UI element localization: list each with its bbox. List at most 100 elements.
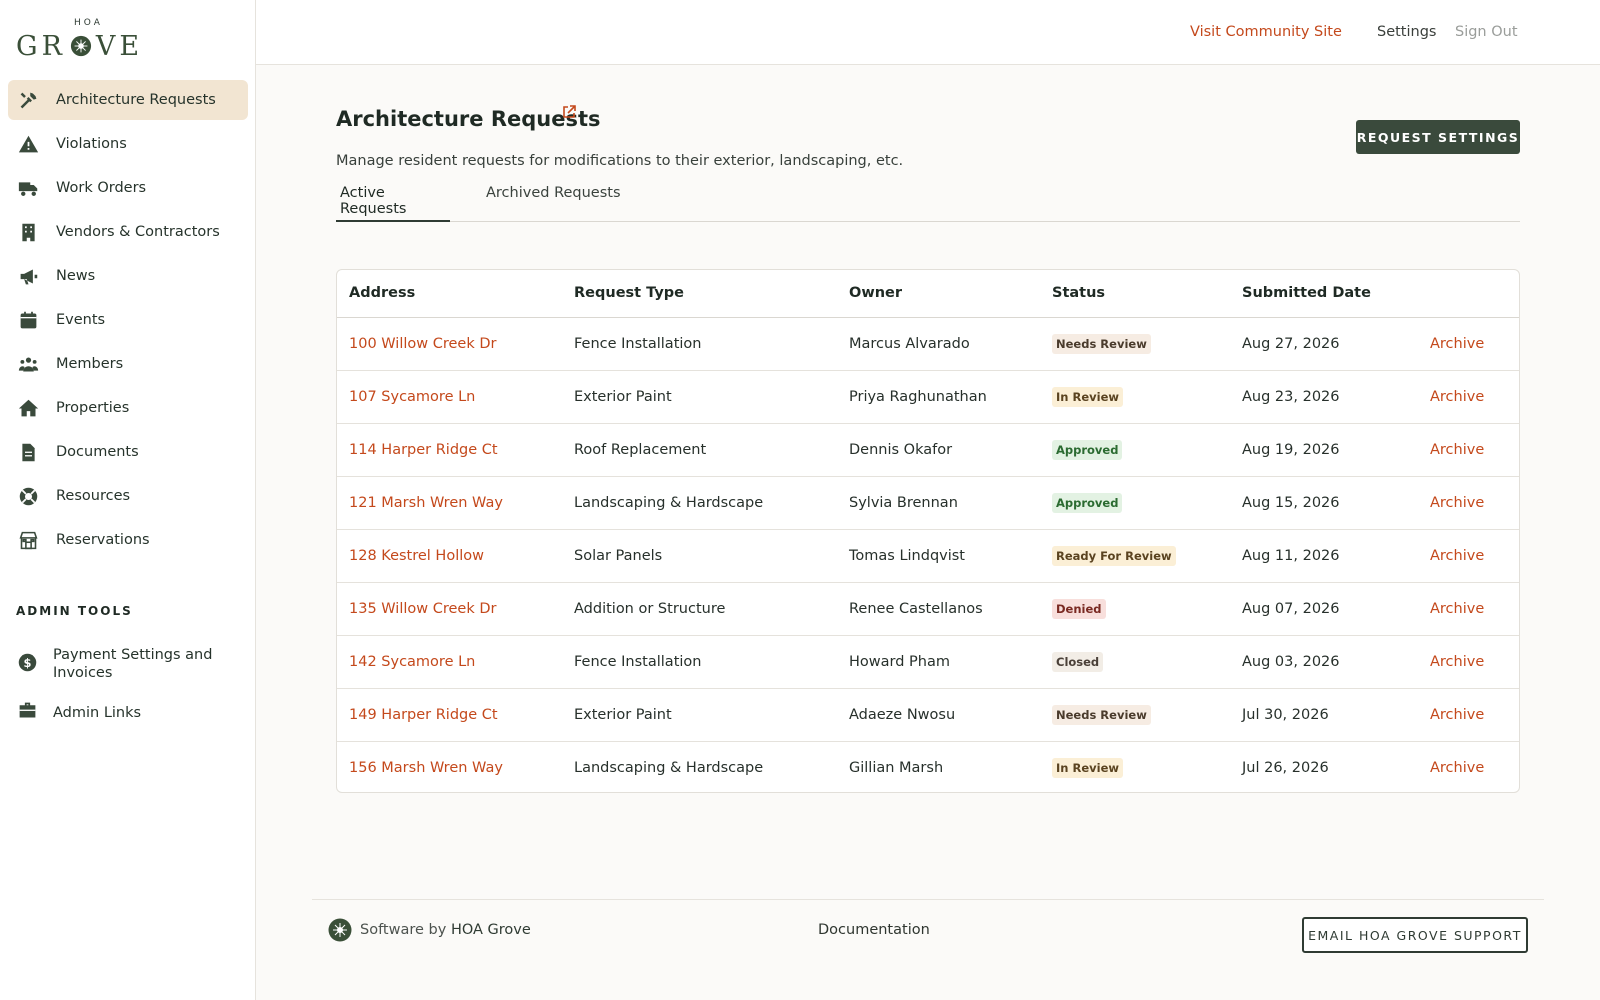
visit-community-site-link[interactable]: Visit Community Site (1190, 24, 1342, 40)
column-header-submitted-date[interactable]: Submitted Date (1230, 270, 1418, 318)
lifebuoy-icon (17, 485, 39, 507)
table-row[interactable]: 114 Harper Ridge Ct Roof Replacement Den… (337, 423, 1519, 476)
table-row[interactable]: 142 Sycamore Ln Fence Installation Howar… (337, 635, 1519, 688)
address-link[interactable]: 114 Harper Ridge Ct (337, 423, 562, 476)
address-link[interactable]: 128 Kestrel Hollow (337, 529, 562, 582)
address-link[interactable]: 142 Sycamore Ln (337, 635, 562, 688)
sidebar-item-properties[interactable]: Properties (8, 388, 248, 428)
admin-nav: $ Payment Settings and Invoices Admin Li… (8, 646, 248, 743)
sidebar-item-resources[interactable]: Resources (8, 476, 248, 516)
settings-link[interactable]: Settings (1377, 24, 1436, 40)
status-cell: Denied (1040, 582, 1230, 635)
sidebar-item-label: News (56, 268, 96, 284)
sidebar-item-news[interactable]: News (8, 256, 248, 296)
status-badge: Denied (1052, 598, 1106, 619)
sidebar-item-violations[interactable]: Violations (8, 124, 248, 164)
status-cell: Needs Review (1040, 688, 1230, 741)
tab-archived-requests[interactable]: Archived Requests (482, 185, 625, 222)
sidebar-item-vendors-contractors[interactable]: Vendors & Contractors (8, 212, 248, 252)
archive-link[interactable]: Archive (1418, 370, 1519, 423)
footer: Software by HOA Grove Documentation EMAI… (312, 899, 1544, 1000)
archive-link[interactable]: Archive (1418, 529, 1519, 582)
tools-icon (17, 89, 39, 111)
column-header-status[interactable]: Status (1040, 270, 1230, 318)
sidebar-item-label: Documents (56, 444, 139, 460)
owner-cell: Renee Castellanos (849, 600, 983, 617)
column-header-request-type[interactable]: Request Type (562, 270, 837, 318)
sign-out-link[interactable]: Sign Out (1455, 24, 1518, 40)
request-type-cell: Addition or Structure (574, 600, 726, 617)
address-link[interactable]: 149 Harper Ridge Ct (337, 688, 562, 741)
users-icon (17, 353, 39, 375)
sidebar-item-label: Architecture Requests (56, 92, 216, 108)
building-icon (17, 221, 39, 243)
logo-word-left: GR (16, 30, 66, 62)
sidebar-item-work-orders[interactable]: Work Orders (8, 168, 248, 208)
sidebar-item-payment-settings[interactable]: $ Payment Settings and Invoices (8, 646, 248, 682)
owner-cell: Tomas Lindqvist (849, 547, 965, 564)
status-badge: Closed (1052, 651, 1104, 672)
submitted-date-cell: Aug 15, 2026 (1242, 494, 1340, 511)
column-header-address[interactable]: Address (337, 270, 562, 318)
footer-brand-link[interactable]: HOA Grove (451, 922, 531, 938)
archive-link[interactable]: Archive (1418, 423, 1519, 476)
column-header-actions (1418, 270, 1519, 318)
request-settings-button[interactable]: REQUEST SETTINGS (1356, 120, 1520, 154)
sidebar-item-events[interactable]: Events (8, 300, 248, 340)
column-header-owner[interactable]: Owner (837, 270, 1040, 318)
submitted-date-cell: Jul 30, 2026 (1242, 706, 1329, 723)
table-row[interactable]: 149 Harper Ridge Ct Exterior Paint Adaez… (337, 688, 1519, 741)
owner-cell: Howard Pham (849, 653, 950, 670)
address-link[interactable]: 107 Sycamore Ln (337, 370, 562, 423)
sidebar-item-label: Members (56, 356, 124, 372)
footer-credit: Software by HOA Grove (360, 922, 531, 938)
dollar-icon: $ (17, 652, 38, 677)
sidebar-item-label: Properties (56, 400, 130, 416)
email-support-button[interactable]: EMAIL HOA GROVE SUPPORT (1302, 917, 1528, 953)
request-type-cell: Landscaping & Hardscape (574, 759, 764, 776)
owner-cell: Priya Raghunathan (849, 388, 987, 405)
table-row[interactable]: 128 Kestrel Hollow Solar Panels Tomas Li… (337, 529, 1519, 582)
table-row[interactable]: 100 Willow Creek Dr Fence Installation M… (337, 317, 1519, 370)
submitted-date-cell: Aug 07, 2026 (1242, 600, 1340, 617)
archive-link[interactable]: Archive (1418, 635, 1519, 688)
top-bar: Visit Community Site Settings Sign Out (256, 0, 1600, 65)
sidebar-item-architecture-requests[interactable]: Architecture Requests (8, 80, 248, 120)
sidebar-item-documents[interactable]: Documents (8, 432, 248, 472)
sidebar-item-label: Payment Settings and Invoices (53, 647, 213, 681)
megaphone-icon (17, 265, 39, 287)
owner-cell: Marcus Alvarado (849, 335, 970, 352)
external-link-icon[interactable] (562, 105, 576, 119)
archive-link[interactable]: Archive (1418, 582, 1519, 635)
submitted-date-cell: Jul 26, 2026 (1242, 759, 1329, 776)
owner-cell: Dennis Okafor (849, 441, 953, 458)
table-row[interactable]: 107 Sycamore Ln Exterior Paint Priya Rag… (337, 370, 1519, 423)
sidebar-item-admin-links[interactable]: Admin Links (8, 700, 248, 725)
archive-link[interactable]: Archive (1418, 476, 1519, 529)
sidebar-item-label: Admin Links (53, 704, 142, 721)
table-row[interactable]: 121 Marsh Wren Way Landscaping & Hardsca… (337, 476, 1519, 529)
table-row[interactable]: 156 Marsh Wren Way Landscaping & Hardsca… (337, 741, 1519, 792)
status-cell: In Review (1040, 741, 1230, 792)
status-badge: Needs Review (1052, 333, 1151, 354)
address-link[interactable]: 100 Willow Creek Dr (337, 317, 562, 370)
status-cell: Approved (1040, 423, 1230, 476)
request-type-cell: Fence Installation (574, 653, 702, 670)
request-type-cell: Solar Panels (574, 547, 663, 564)
archive-link[interactable]: Archive (1418, 688, 1519, 741)
archive-link[interactable]: Archive (1418, 317, 1519, 370)
address-link[interactable]: 121 Marsh Wren Way (337, 476, 562, 529)
request-type-cell: Fence Installation (574, 335, 702, 352)
tab-active-requests[interactable]: Active Requests (336, 185, 450, 222)
table-row[interactable]: 135 Willow Creek Dr Addition or Structur… (337, 582, 1519, 635)
request-type-cell: Landscaping & Hardscape (574, 494, 764, 511)
documentation-link[interactable]: Documentation (818, 922, 930, 938)
address-link[interactable]: 135 Willow Creek Dr (337, 582, 562, 635)
sidebar-item-members[interactable]: Members (8, 344, 248, 384)
address-link[interactable]: 156 Marsh Wren Way (337, 741, 562, 792)
archive-link[interactable]: Archive (1418, 741, 1519, 792)
sidebar-item-label: Events (56, 312, 106, 328)
submitted-date-cell: Aug 03, 2026 (1242, 653, 1340, 670)
sidebar-item-reservations[interactable]: Reservations (8, 520, 248, 560)
hoa-grove-logo[interactable]: HOA GR VE (16, 18, 166, 62)
